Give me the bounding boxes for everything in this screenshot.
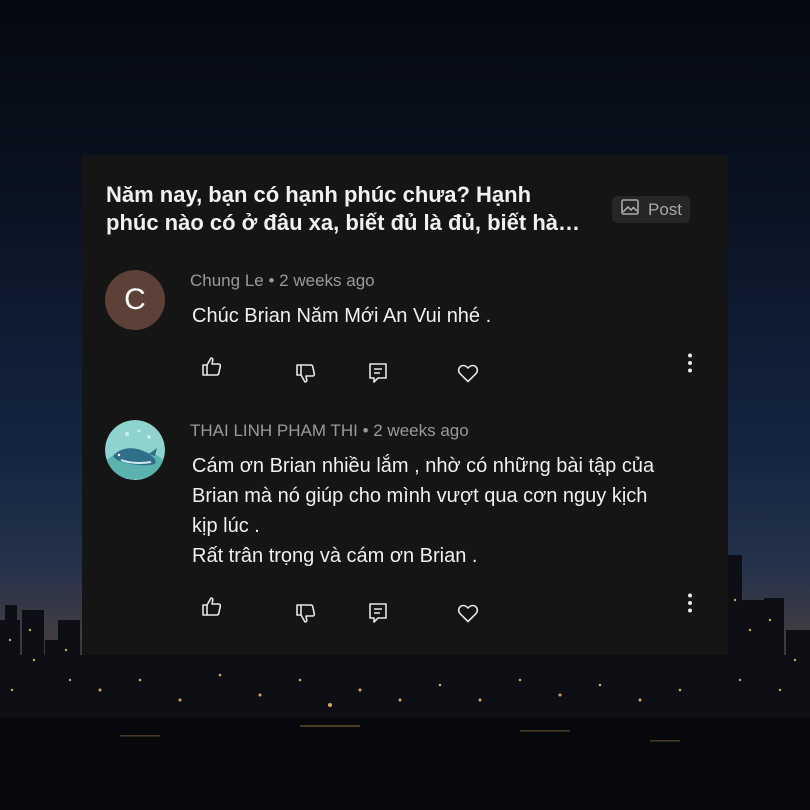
heart-button[interactable] [456, 601, 480, 625]
avatar-letter: C [124, 283, 146, 316]
comment-meta: Chung Le • 2 weeks ago [190, 271, 375, 291]
comment-text-line: Brian mà nó giúp cho mình vượt qua cơn n… [192, 485, 648, 507]
dislike-button[interactable] [294, 601, 318, 625]
comments-card: Năm nay, bạn có hạnh phúc chưa? Hạnh phú… [82, 155, 728, 655]
comment-actions [82, 353, 728, 385]
thumbs-up-icon [202, 597, 222, 616]
comment-author[interactable]: Chung Le [190, 271, 264, 290]
heart-button[interactable] [456, 361, 480, 385]
comment-actions [82, 593, 728, 625]
heart-icon [457, 604, 479, 623]
meta-separator: • [268, 271, 280, 290]
comment-text-line: Rất trân trọng và cám ơn Brian . [192, 545, 478, 567]
reply-comment-icon [369, 363, 387, 383]
reply-comment-icon [369, 603, 387, 623]
whale-avatar-icon [105, 420, 165, 480]
comment-text: Chúc Brian Năm Mới An Vui nhé . [192, 301, 712, 331]
more-vert-icon [688, 353, 692, 373]
comment-text: Cám ơn Brian nhiều lắm , nhờ có những bà… [192, 451, 712, 571]
thumbs-down-icon [296, 364, 316, 383]
comment-author[interactable]: THAI LINH PHAM THI [190, 421, 358, 440]
comment-text-line: kịp lúc . [192, 515, 260, 537]
more-vert-icon [688, 593, 692, 613]
avatar[interactable] [105, 420, 165, 480]
comment-time[interactable]: 2 weeks ago [373, 421, 468, 440]
more-options-button[interactable] [678, 591, 702, 615]
comment-time[interactable]: 2 weeks ago [279, 271, 374, 290]
like-button[interactable] [200, 355, 224, 379]
dislike-button[interactable] [294, 361, 318, 385]
comment-text-line: Cám ơn Brian nhiều lắm , nhờ có những bà… [192, 455, 655, 477]
post-badge: Post [612, 196, 691, 223]
heart-icon [457, 364, 479, 383]
reply-button[interactable] [366, 361, 390, 385]
image-icon [620, 197, 640, 222]
thumbs-up-icon [202, 357, 222, 376]
comment-meta: THAI LINH PHAM THI • 2 weeks ago [190, 421, 469, 441]
meta-separator: • [362, 421, 374, 440]
like-button[interactable] [200, 595, 224, 619]
post-title[interactable]: Năm nay, bạn có hạnh phúc chưa? Hạnh phú… [106, 181, 586, 237]
thumbs-down-icon [296, 604, 316, 623]
avatar[interactable]: C [105, 270, 165, 330]
reply-button[interactable] [366, 601, 390, 625]
post-badge-label: Post [648, 199, 683, 219]
comment-text-line: Chúc Brian Năm Mới An Vui nhé . [192, 305, 492, 327]
more-options-button[interactable] [678, 351, 702, 375]
